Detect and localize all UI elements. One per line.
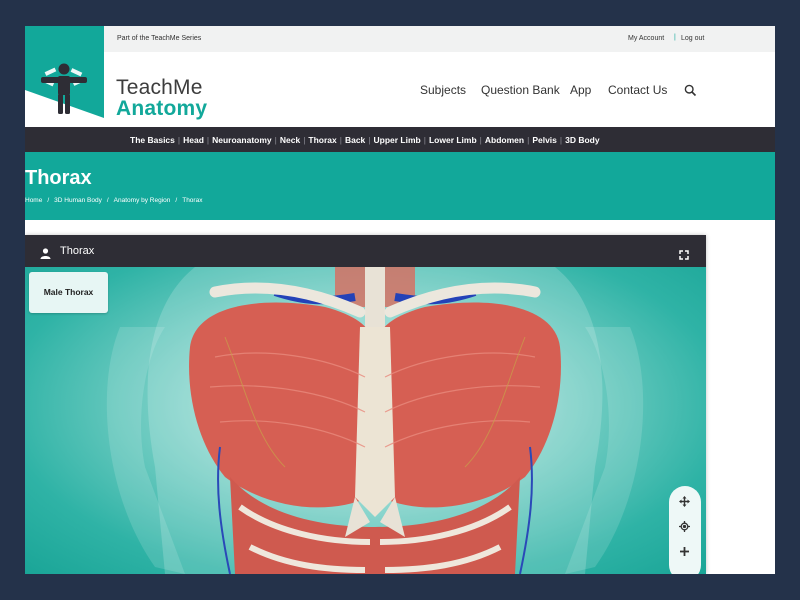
region-nav-separator: | xyxy=(423,135,426,145)
my-account-link[interactable]: My Account xyxy=(628,35,664,42)
series-text: Part of the TeachMe Series xyxy=(117,35,202,42)
breadcrumb-item: Thorax xyxy=(182,197,203,204)
nav-contact-us[interactable]: Contact Us xyxy=(608,83,667,97)
viewer-controls xyxy=(669,486,701,574)
region-nav-separator: | xyxy=(339,135,342,145)
nav-app[interactable]: App xyxy=(570,83,591,97)
vitruvian-figure-icon xyxy=(25,63,104,118)
region-nav-lower-limb[interactable]: Lower Limb xyxy=(429,135,477,145)
region-nav-separator: | xyxy=(479,135,482,145)
nav-subjects[interactable]: Subjects xyxy=(420,83,466,97)
log-out-link[interactable]: Log out xyxy=(681,35,704,42)
brand-name-anatomy[interactable]: Anatomy xyxy=(116,97,207,121)
breadcrumb-item[interactable]: 3D Human Body xyxy=(54,197,102,204)
region-nav-separator: | xyxy=(177,135,181,145)
region-nav-the-basics[interactable]: The Basics xyxy=(130,135,175,145)
thorax-model-illustration xyxy=(106,267,644,574)
3d-model-canvas[interactable]: Male Thorax xyxy=(25,267,706,574)
region-nav-neuroanatomy[interactable]: Neuroanatomy xyxy=(212,135,272,145)
rotate-icon[interactable] xyxy=(679,519,690,537)
anatomy-viewer: Thorax Male Thorax xyxy=(25,235,706,574)
search-icon[interactable] xyxy=(684,84,697,102)
region-nav-3d-body[interactable]: 3D Body xyxy=(565,135,599,145)
region-nav-abdomen[interactable]: Abdomen xyxy=(485,135,524,145)
breadcrumb-item[interactable]: Home xyxy=(25,197,42,204)
region-nav-items: The Basics | Head | Neuroanatomy | Neck | Thorax… xyxy=(130,135,600,145)
breadcrumb: Home / 3D Human Body / Anatomy by Region / Tho… xyxy=(25,197,202,204)
logo[interactable] xyxy=(25,26,104,118)
region-nav-separator: | xyxy=(559,135,563,145)
region-nav-thorax[interactable]: Thorax xyxy=(308,135,336,145)
male-thorax-button[interactable]: Male Thorax xyxy=(29,272,108,313)
region-nav-neck[interactable]: Neck xyxy=(280,135,300,145)
region-nav-bar: The Basics | Head | Neuroanatomy | Neck | Thorax… xyxy=(25,127,775,152)
breadcrumb-separator: / xyxy=(47,197,50,204)
breadcrumb-item[interactable]: Anatomy by Region xyxy=(114,197,171,204)
region-nav-separator: | xyxy=(274,135,277,145)
viewer-title: Thorax xyxy=(60,245,95,257)
zoom-in-icon[interactable] xyxy=(679,544,690,562)
page-title: Thorax xyxy=(25,167,92,189)
topbar-separator: | xyxy=(674,34,676,41)
region-nav-upper-limb[interactable]: Upper Limb xyxy=(374,135,421,145)
viewer-header: Thorax xyxy=(25,235,706,267)
region-nav-head[interactable]: Head xyxy=(183,135,204,145)
region-nav-pelvis[interactable]: Pelvis xyxy=(532,135,557,145)
nav-question-bank[interactable]: Question Bank xyxy=(481,83,560,97)
breadcrumb-separator: / xyxy=(175,197,178,204)
breadcrumb-separator: / xyxy=(106,197,109,204)
region-nav-back[interactable]: Back xyxy=(345,135,365,145)
page-banner: Thorax Home / 3D Human Body / Anatomy by Reg… xyxy=(25,152,775,220)
region-nav-separator: | xyxy=(368,135,371,145)
fullscreen-icon[interactable] xyxy=(679,247,689,265)
move-icon[interactable] xyxy=(679,494,690,512)
page: Part of the TeachMe Series My Account | … xyxy=(25,26,775,574)
top-utility-bar: Part of the TeachMe Series My Account | … xyxy=(25,26,775,52)
region-nav-separator: | xyxy=(206,135,210,145)
person-icon xyxy=(40,246,51,264)
